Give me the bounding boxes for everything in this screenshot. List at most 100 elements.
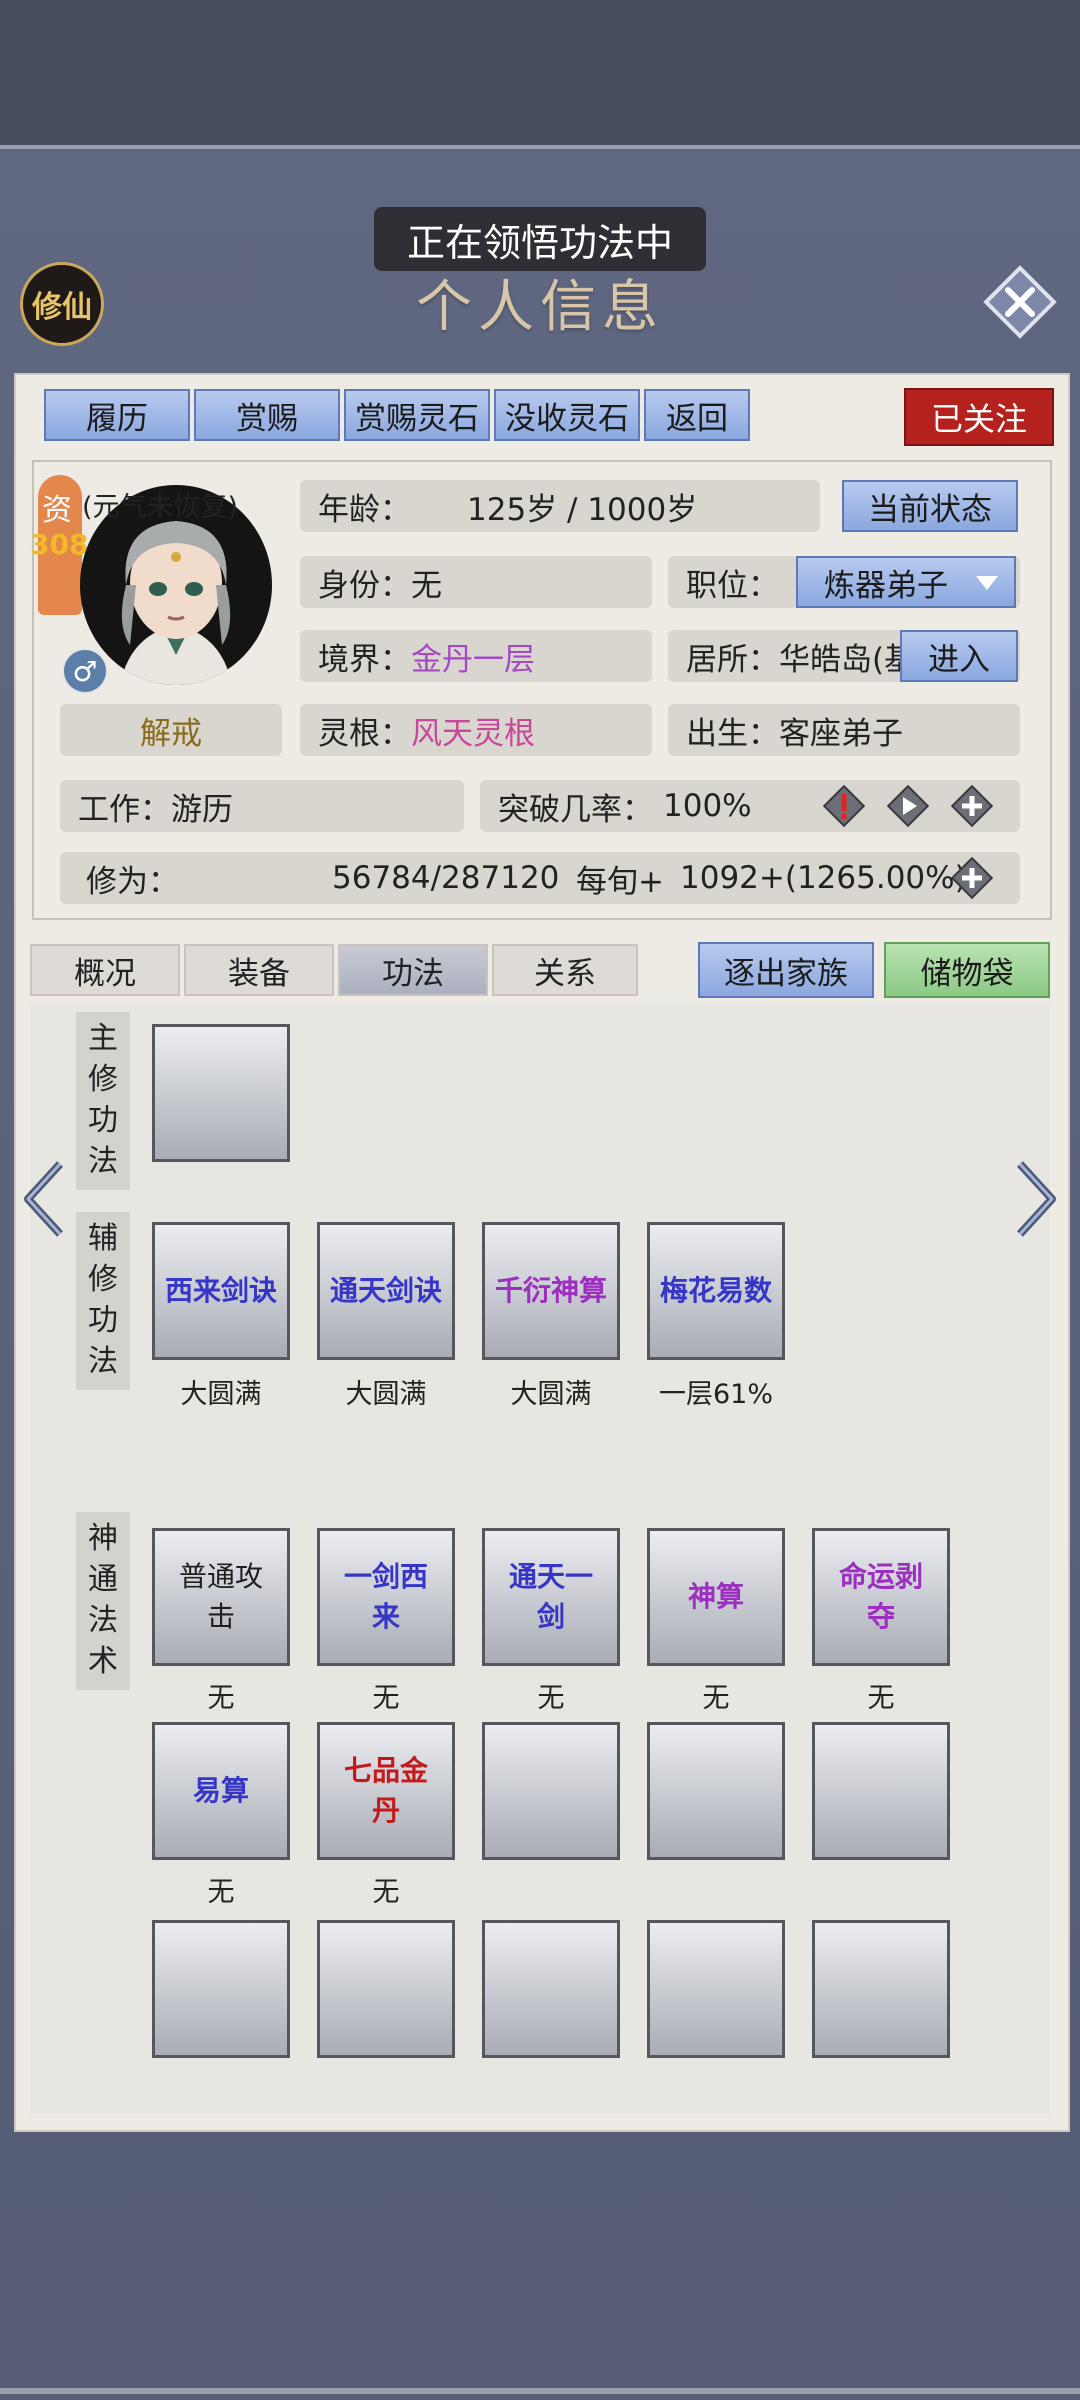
technique-level: 大圆满 — [180, 1379, 262, 1410]
skill-slot[interactable]: 神算 — [647, 1528, 785, 1666]
skill-name: 七品金丹 — [343, 1754, 428, 1827]
page-title: 个人信息 — [416, 275, 664, 340]
skill-level: 无 — [702, 1683, 730, 1714]
add-cultivation-icon[interactable] — [950, 856, 994, 900]
aptitude-value: 308 — [30, 528, 89, 561]
breakthrough-label: 突破几率： — [498, 791, 653, 828]
skill-slot[interactable]: 通天一剑 — [482, 1528, 620, 1666]
aptitude-label: 资 — [42, 493, 72, 528]
reward-stones-button[interactable]: 赏赐灵石 — [344, 389, 490, 441]
chevron-left-icon[interactable] — [22, 1160, 66, 1238]
gender-male-icon: ♂ — [62, 648, 108, 694]
aux-technique-label: 辅修功法 — [76, 1212, 130, 1390]
toast-message: 正在领悟功法中 — [374, 207, 706, 271]
identity-field: 身份： 无 — [300, 556, 652, 608]
history-button[interactable]: 履历 — [44, 389, 190, 441]
close-button[interactable] — [980, 262, 1060, 342]
reward-button[interactable]: 赏赐 — [194, 389, 340, 441]
birth-value: 客座弟子 — [779, 715, 903, 752]
skill-name: 一剑西来 — [343, 1560, 428, 1633]
residence-label: 居所： — [686, 641, 779, 678]
tab-equipment[interactable]: 装备 — [184, 944, 334, 996]
realm-label: 境界： — [318, 641, 411, 678]
xiuxian-logo[interactable]: 修仙 — [20, 262, 104, 346]
position-dropdown[interactable]: 炼器弟子 — [796, 556, 1016, 608]
status-tag[interactable]: 解戒 — [60, 704, 282, 756]
skill-slot[interactable]: 易算 — [152, 1722, 290, 1860]
main-technique-slot[interactable] — [152, 1024, 290, 1162]
skill-slot-empty[interactable] — [482, 1722, 620, 1860]
job-value: 游历 — [171, 791, 233, 828]
breakthrough-field: 突破几率： 100% — [480, 780, 1020, 832]
top-bar — [0, 0, 1080, 149]
skill-slot-empty[interactable] — [152, 1920, 290, 2058]
return-button[interactable]: 返回 — [644, 389, 750, 441]
skill-slot[interactable]: 一剑西来 — [317, 1528, 455, 1666]
birth-field: 出生： 客座弟子 — [668, 704, 1020, 756]
current-state-button[interactable]: 当前状态 — [842, 480, 1018, 532]
technique-name: 梅花易数 — [659, 1274, 772, 1307]
age-field: 年龄： 125岁 / 1000岁 — [300, 480, 820, 532]
technique-level: 一层61% — [658, 1379, 773, 1410]
mood-status: (元气未恢复) — [82, 492, 239, 523]
tab-techniques[interactable]: 功法 — [338, 944, 488, 996]
expel-button[interactable]: 逐出家族 — [698, 942, 874, 998]
cultivation-label: 修为： — [86, 863, 179, 900]
skill-level: 无 — [372, 1877, 400, 1908]
tab-overview[interactable]: 概况 — [30, 944, 180, 996]
main-technique-label: 主修功法 — [76, 1012, 130, 1190]
age-value: 125岁 / 1000岁 — [467, 491, 698, 528]
alert-icon[interactable] — [822, 784, 866, 828]
realm-field: 境界： 金丹一层 — [300, 630, 652, 682]
bottom-border — [0, 2388, 1080, 2394]
root-label: 灵根： — [318, 715, 411, 752]
skill-slot-empty[interactable] — [482, 1920, 620, 2058]
skill-name: 神算 — [687, 1580, 744, 1613]
skill-level: 无 — [537, 1683, 565, 1714]
enter-button[interactable]: 进入 — [900, 630, 1018, 682]
skill-level: 无 — [372, 1683, 400, 1714]
technique-level: 大圆满 — [345, 1379, 427, 1410]
aux-technique-slot[interactable]: 西来剑诀 — [152, 1222, 290, 1360]
play-icon[interactable] — [886, 784, 930, 828]
skill-name: 通天一剑 — [508, 1560, 593, 1633]
skill-level: 无 — [207, 1877, 235, 1908]
close-icon — [983, 265, 1057, 339]
age-label: 年龄： — [318, 491, 411, 528]
storage-bag-button[interactable]: 储物袋 — [884, 942, 1050, 998]
skill-slot-empty[interactable] — [812, 1722, 950, 1860]
skill-slot[interactable]: 命运剥夺 — [812, 1528, 950, 1666]
skill-level: 无 — [207, 1683, 235, 1714]
breakthrough-value: 100% — [663, 788, 752, 824]
skills-label: 神通法术 — [76, 1512, 130, 1690]
skill-name: 易算 — [192, 1774, 249, 1807]
chevron-down-icon — [976, 576, 998, 590]
followed-button[interactable]: 已关注 — [904, 388, 1054, 446]
realm-value: 金丹一层 — [411, 641, 535, 678]
technique-level: 大圆满 — [510, 1379, 592, 1410]
spirit-root-field: 灵根： 风天灵根 — [300, 704, 652, 756]
skill-slot-empty[interactable] — [647, 1920, 785, 2058]
position-value: 炼器弟子 — [824, 567, 948, 604]
skill-slot[interactable]: 普通攻击 — [152, 1528, 290, 1666]
plus-icon[interactable] — [950, 784, 994, 828]
identity-value: 无 — [411, 567, 442, 604]
position-label: 职位： — [686, 567, 779, 604]
aux-technique-slot[interactable]: 梅花易数 — [647, 1222, 785, 1360]
residence-value: 华皓岛(基 — [779, 641, 916, 678]
aux-technique-slot[interactable]: 千衍神算 — [482, 1222, 620, 1360]
root-value: 风天灵根 — [411, 715, 535, 752]
confiscate-stones-button[interactable]: 没收灵石 — [494, 389, 640, 441]
technique-name: 西来剑诀 — [164, 1274, 277, 1307]
aux-technique-slot[interactable]: 通天剑诀 — [317, 1222, 455, 1360]
birth-label: 出生： — [686, 715, 779, 752]
cultivation-field: 修为： 56784/287120 每旬+ 1092+(1265.00%) — [60, 852, 1020, 904]
chevron-right-icon[interactable] — [1014, 1160, 1058, 1238]
skill-slot-empty[interactable] — [812, 1920, 950, 2058]
skill-slot-empty[interactable] — [647, 1722, 785, 1860]
job-field: 工作： 游历 — [60, 780, 464, 832]
tab-relations[interactable]: 关系 — [492, 944, 638, 996]
skill-slot-empty[interactable] — [317, 1920, 455, 2058]
cultivation-value: 56784/287120 — [332, 860, 560, 896]
skill-slot[interactable]: 七品金丹 — [317, 1722, 455, 1860]
